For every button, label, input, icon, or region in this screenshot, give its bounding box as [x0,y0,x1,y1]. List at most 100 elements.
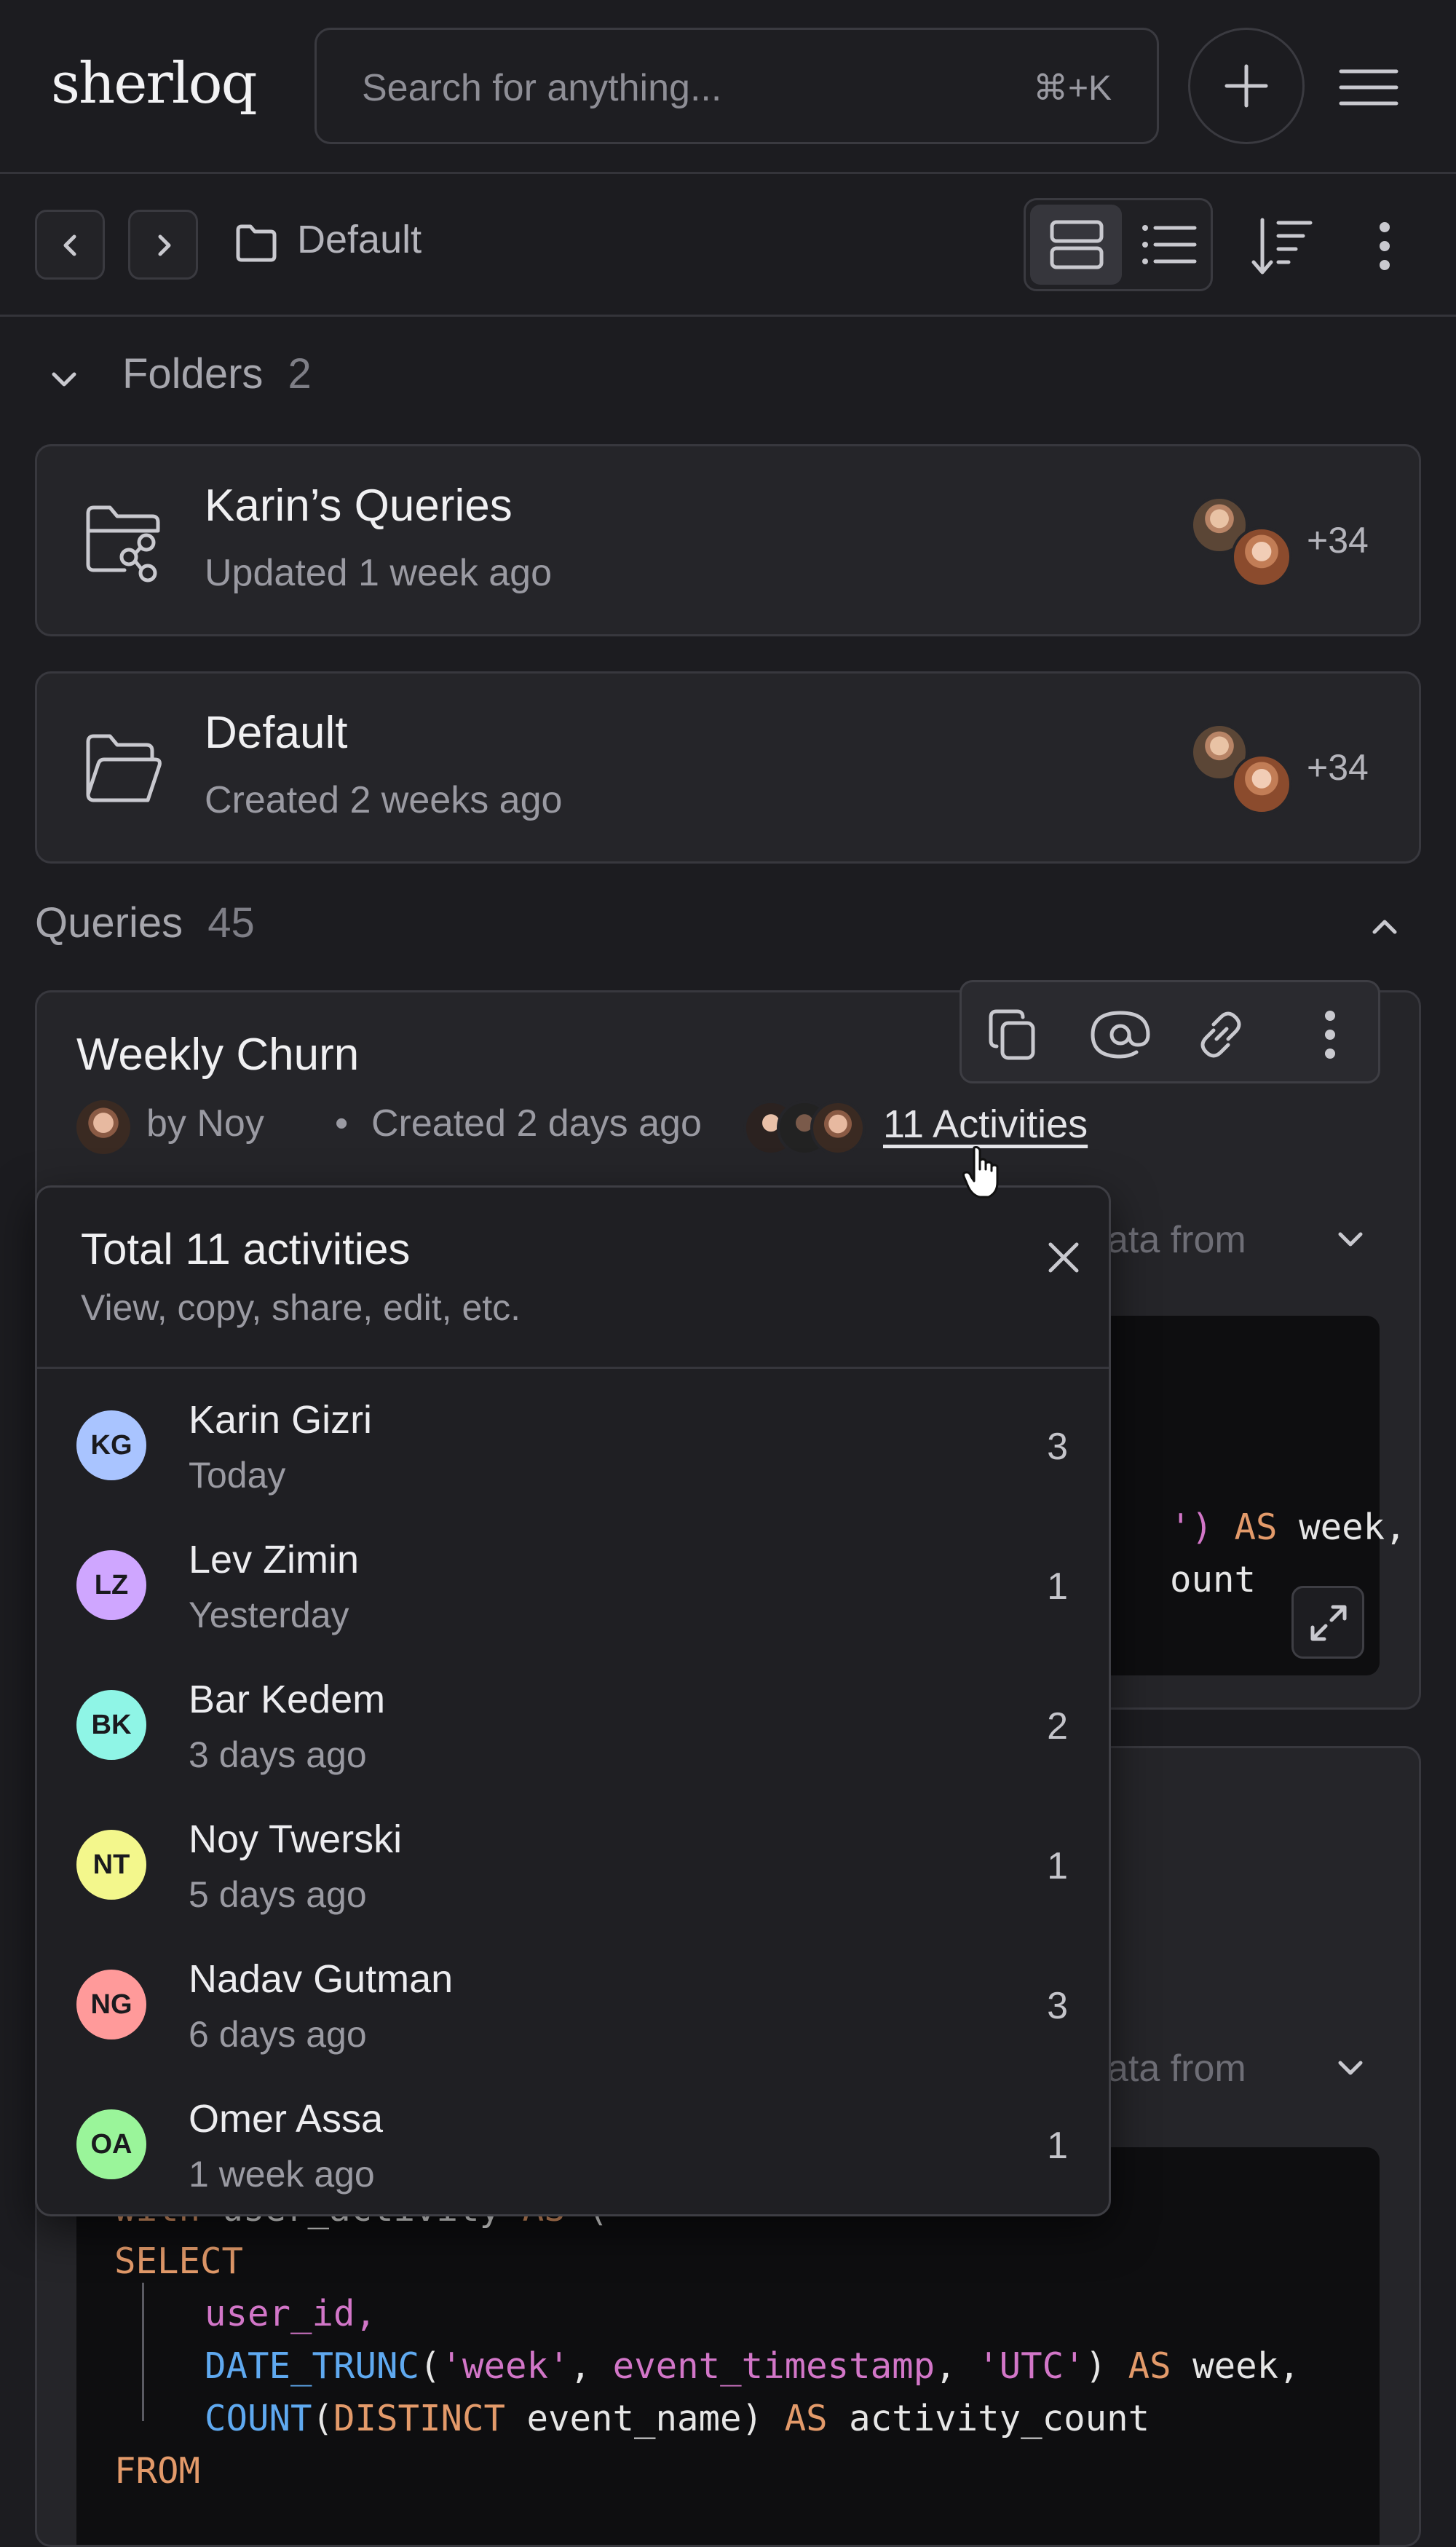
mention-icon[interactable] [1085,1006,1155,1064]
expand-icon [1310,1605,1347,1641]
chevron-down-icon[interactable] [1334,1224,1366,1256]
forward-button[interactable] [128,210,198,280]
activity-count: 1 [1047,1565,1068,1608]
activity-count: 3 [1047,1985,1068,2027]
folder-icon [86,734,162,802]
activity-row[interactable]: KG Karin Gizri Today 3 [37,1374,1109,1514]
chevron-left-icon [63,234,76,256]
avatar [1231,526,1292,588]
avatar [810,1100,866,1156]
query-description: ata from [1107,1219,1246,1261]
chevron-up-icon[interactable] [1369,910,1401,942]
list-view-icon [1142,225,1197,264]
shared-folder-icon [86,505,160,583]
queries-heading: Queries [35,899,183,947]
folder-updated: Updated 1 week ago [205,552,553,594]
card-view-icon [1050,220,1104,269]
query-actions-bar [960,980,1380,1083]
kebab-menu-icon [1380,222,1390,270]
popover-subtitle: View, copy, share, edit, etc. [81,1287,521,1328]
user-name: Karin Gizri [189,1398,373,1442]
hand-cursor-icon [962,1146,999,1199]
breadcrumb-current[interactable]: Default [297,217,422,262]
activities-link[interactable]: 11 Activities [883,1102,1088,1147]
kebab-menu-icon[interactable] [1301,1006,1359,1064]
sort-button[interactable] [1246,210,1319,283]
activity-row[interactable]: LZ Lev Zimin Yesterday 1 [37,1514,1109,1654]
chevron-down-icon[interactable] [48,364,80,396]
activity-count: 2 [1047,1705,1068,1748]
chevron-right-icon [158,234,171,256]
user-initials-avatar: BK [76,1690,146,1760]
activity-count: 1 [1047,1845,1068,1887]
user-initials-avatar: NG [76,1970,146,2039]
query-created: Created 2 days ago [371,1102,702,1145]
popover-title: Total 11 activities [81,1225,411,1274]
activity-time: Today [189,1455,286,1496]
queries-count: 45 [207,899,255,947]
activity-row[interactable]: BK Bar Kedem 3 days ago 2 [37,1654,1109,1793]
folder-card[interactable]: Default Created 2 weeks ago +34 [35,671,1421,864]
expand-code-button[interactable] [1291,1586,1364,1659]
user-initials-avatar: OA [76,2109,146,2179]
user-name: Lev Zimin [189,1538,360,1581]
more-options-button[interactable] [1354,210,1415,283]
activity-row[interactable]: NT Noy Twerski 5 days ago 1 [37,1793,1109,1933]
activity-count: 1 [1047,2125,1068,2167]
hamburger-menu-icon [1339,69,1398,106]
user-name: Bar Kedem [189,1678,386,1721]
view-toggle [1024,198,1213,291]
top-bar: sherloq Search for anything... ⌘+K [0,0,1456,174]
activity-time: 1 week ago [189,2154,375,2195]
query-description: ata from [1107,2048,1246,2090]
search-placeholder: Search for anything... [362,67,722,109]
sort-icon [1251,218,1313,275]
user-initials-avatar: NT [76,1830,146,1900]
author-avatar [76,1100,130,1154]
back-button[interactable] [35,210,105,280]
avatar [1231,754,1292,815]
link-icon[interactable] [1192,1006,1250,1064]
activities-popover: Total 11 activities View, copy, share, e… [35,1185,1111,2216]
search-input[interactable]: Search for anything... ⌘+K [314,28,1159,144]
card-view-button[interactable] [1030,205,1122,285]
activity-time: 6 days ago [189,2014,367,2055]
divider [37,1367,1109,1369]
app-logo[interactable]: sherloq [51,51,258,117]
list-view-button[interactable] [1128,205,1209,285]
copy-icon[interactable] [984,1006,1042,1064]
activity-time: Yesterday [189,1595,349,1635]
folders-section-header[interactable]: Folders 2 [122,350,312,398]
activity-row[interactable]: NG Nadav Gutman 6 days ago 3 [37,1933,1109,2073]
activity-count: 3 [1047,1426,1068,1468]
folder-name: Karin’s Queries [205,481,513,531]
indent-guide [142,2283,144,2421]
user-initials-avatar: LZ [76,1550,146,1620]
folder-name: Default [205,708,348,758]
activity-avatars [743,1100,874,1158]
members-more-count: +34 [1307,520,1369,561]
main-menu-button[interactable] [1332,51,1405,124]
folder-created: Created 2 weeks ago [205,779,563,821]
user-name: Nadav Gutman [189,1957,454,2001]
user-name: Noy Twerski [189,1817,403,1861]
activity-time: 3 days ago [189,1734,367,1775]
folders-heading: Folders [122,350,264,398]
activity-row[interactable]: OA Omer Assa 1 week ago 1 [37,2073,1109,2213]
folders-count: 2 [288,350,312,398]
folder-card[interactable]: Karin’s Queries Updated 1 week ago +34 [35,444,1421,636]
close-icon [1048,1242,1079,1273]
user-initials-avatar: KG [76,1410,146,1480]
chevron-down-icon[interactable] [1334,2053,1366,2085]
query-author: by Noy [146,1102,264,1145]
folder-icon [236,224,277,262]
queries-section-header[interactable]: Queries 45 [35,899,255,947]
plus-icon [1224,64,1268,108]
activity-time: 5 days ago [189,1874,367,1915]
query-title: Weekly Churn [76,1030,360,1080]
user-name: Omer Assa [189,2097,384,2141]
new-query-button[interactable] [1188,28,1305,144]
folder-toolbar: Default [0,172,1456,317]
close-popover-button[interactable] [1034,1228,1093,1287]
search-shortcut-hint: ⌘+K [1032,69,1112,108]
